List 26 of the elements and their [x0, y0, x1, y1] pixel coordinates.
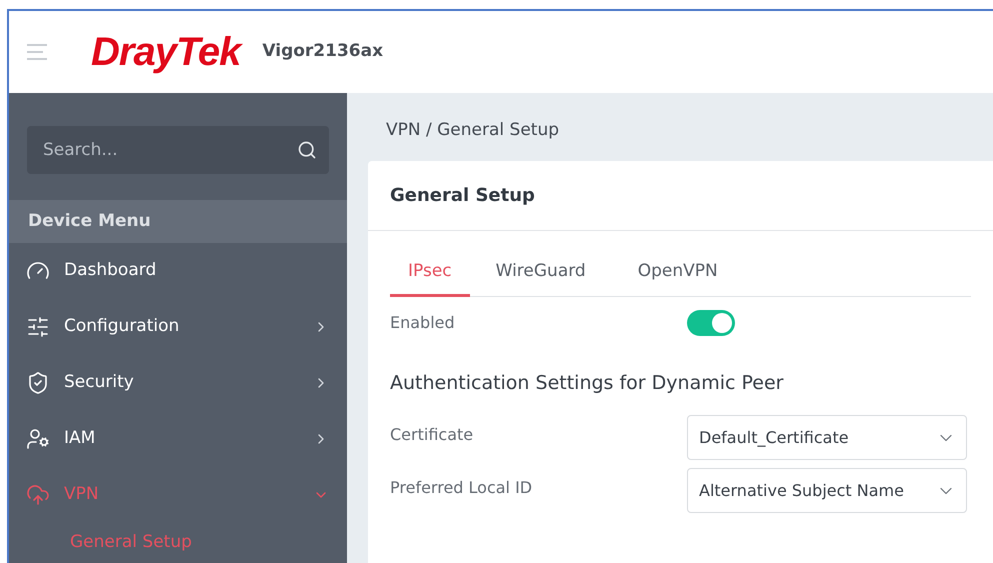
tab[interactable]: WireGuard: [470, 250, 612, 296]
select-field[interactable]: Default_Certificate: [687, 415, 967, 460]
tab[interactable]: OpenVPN: [612, 250, 744, 296]
toggle-switch[interactable]: [687, 310, 735, 336]
menu-icon[interactable]: [27, 44, 47, 60]
field-label: Enabled: [390, 312, 456, 334]
search-icon[interactable]: [297, 140, 317, 160]
card-title: General Setup: [390, 184, 535, 208]
logo: DrayTek: [91, 22, 240, 82]
tab[interactable]: IPsec: [390, 250, 470, 296]
sidebar-item[interactable]: IAM: [9, 411, 347, 467]
device-model: Vigor2136ax: [262, 40, 384, 64]
cloud-icon: [26, 483, 50, 507]
search-field[interactable]: Search...: [27, 126, 329, 174]
section-heading: Device Menu: [28, 210, 151, 233]
select-field[interactable]: Alternative Subject Name: [687, 468, 967, 513]
user-gear-icon: [26, 427, 50, 451]
field-label: Preferred Local ID: [390, 476, 534, 498]
section-title: Authentication Settings for Dynamic Peer: [390, 370, 784, 396]
sidebar-item[interactable]: Security: [9, 355, 347, 411]
sidebar-item[interactable]: Dashboard: [9, 243, 347, 299]
shield-check-icon: [26, 371, 50, 395]
breadcrumb: VPN / General Setup: [386, 119, 560, 142]
sidebar-item[interactable]: Configuration: [9, 299, 347, 355]
sliders-icon: [26, 315, 50, 339]
field-label: Certificate: [390, 424, 474, 446]
